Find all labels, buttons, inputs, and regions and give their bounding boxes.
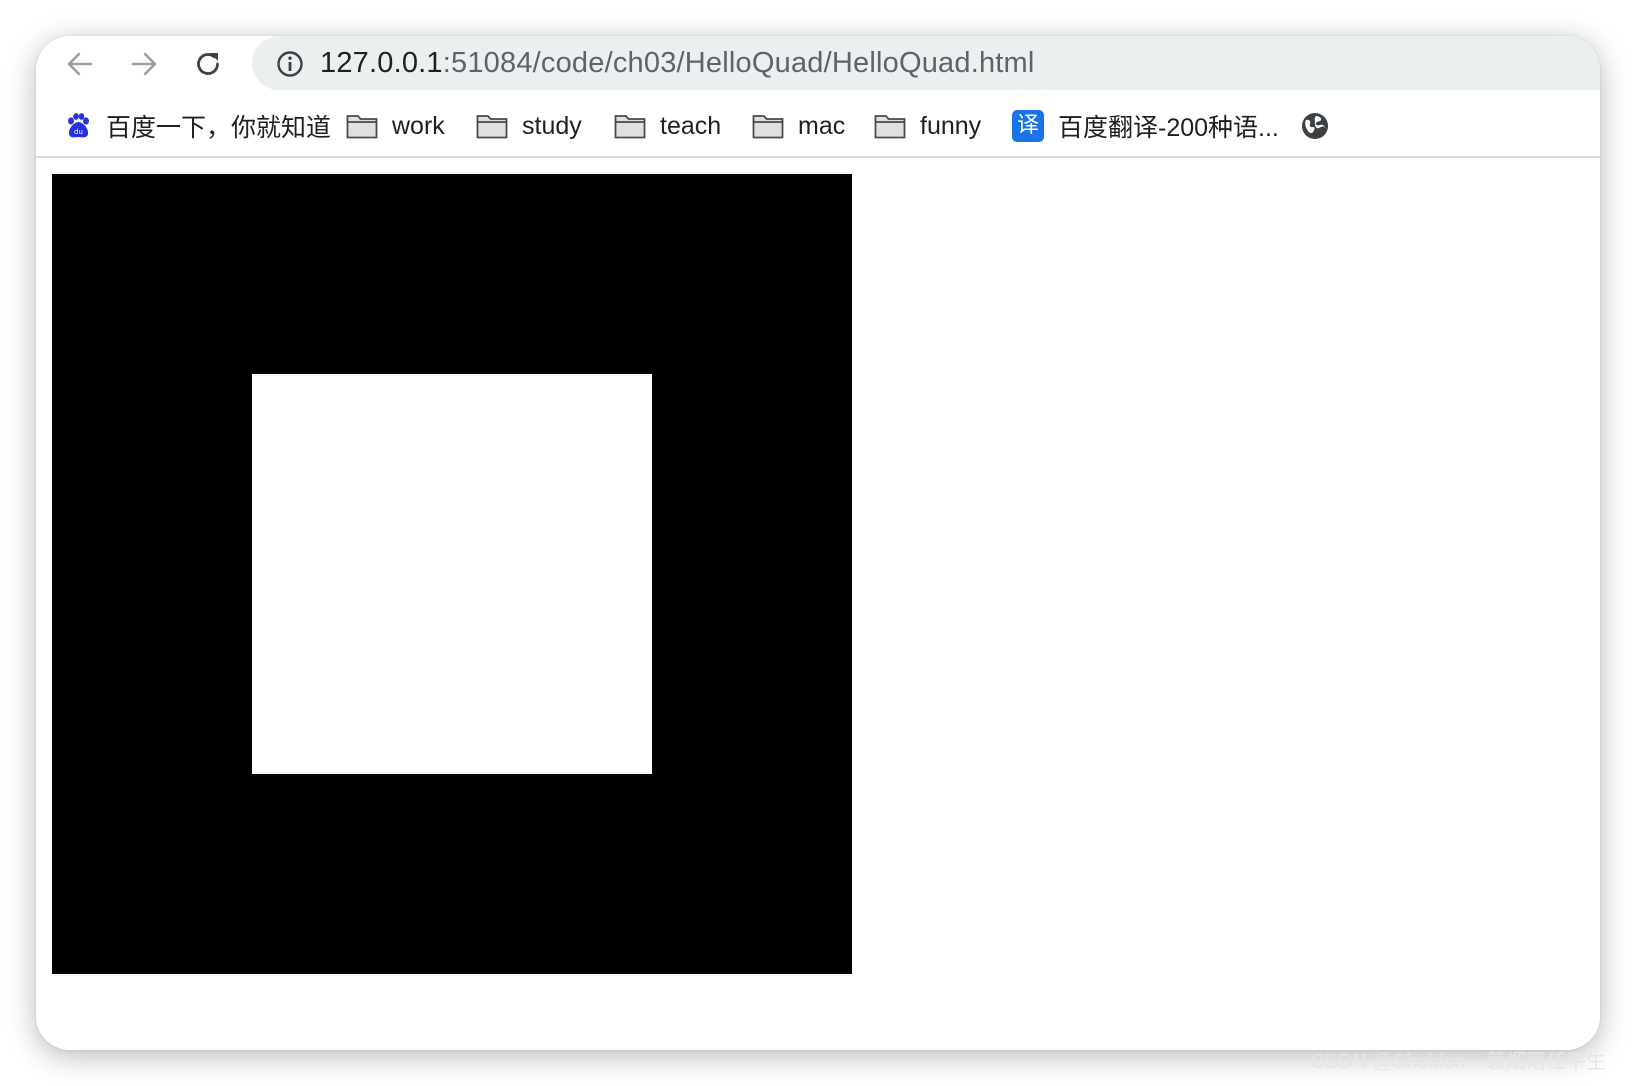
folder-icon <box>346 115 378 139</box>
folder-icon <box>614 115 646 139</box>
white-quad <box>252 374 652 774</box>
translate-icon: 译 <box>1012 110 1044 142</box>
bookmark-label: study <box>522 111 582 140</box>
globe-icon <box>1302 113 1328 139</box>
bookmark-label: mac <box>798 111 846 140</box>
browser-window: 127.0.0.1:51084/code/ch03/HelloQuad/Hell… <box>36 36 1600 1050</box>
bookmark-folder-work[interactable]: work <box>346 106 445 146</box>
bookmark-folder-study[interactable]: study <box>476 106 582 146</box>
address-bar[interactable]: 127.0.0.1:51084/code/ch03/HelloQuad/Hell… <box>252 36 1600 90</box>
bookmark-folder-mac[interactable]: mac <box>752 106 845 146</box>
webgl-canvas[interactable] <box>52 174 852 974</box>
bookmark-folder-funny[interactable]: funny <box>874 106 981 146</box>
bookmark-baidu-translate[interactable]: 译 百度翻译-200种语... <box>1012 106 1279 146</box>
folder-icon <box>476 115 508 139</box>
back-button[interactable] <box>60 44 100 84</box>
folder-icon <box>874 115 906 139</box>
browser-toolbar: 127.0.0.1:51084/code/ch03/HelloQuad/Hell… <box>36 36 1600 90</box>
url-host: 127.0.0.1 <box>320 47 443 79</box>
bookmark-baidu[interactable]: du 百度一下，你就知道 <box>64 106 331 146</box>
reload-button[interactable] <box>188 44 228 84</box>
reload-icon <box>197 53 219 75</box>
bookmark-folder-teach[interactable]: teach <box>614 106 721 146</box>
arrow-right-icon <box>131 52 157 76</box>
forward-button[interactable] <box>124 44 164 84</box>
bookmark-label: funny <box>920 111 982 140</box>
bookmarks-bar: du 百度一下，你就知道 work study teach mac funny … <box>36 94 1600 154</box>
arrow-left-icon <box>67 52 93 76</box>
page-viewport <box>36 158 1600 1050</box>
folder-icon <box>752 115 784 139</box>
svg-text:du: du <box>74 128 83 136</box>
bookmark-label: 百度一下，你就知道 <box>106 114 332 142</box>
baidu-paw-icon: du <box>68 113 89 138</box>
url-text[interactable]: 127.0.0.1:51084/code/ch03/HelloQuad/Hell… <box>320 46 1035 80</box>
info-icon[interactable] <box>276 50 304 78</box>
bookmark-label: 百度翻译-200种语... <box>1058 114 1279 142</box>
watermark: CSDN @Sheldon一蓑烟雨任平生 <box>1310 1051 1606 1073</box>
bookmark-label: work <box>392 111 445 140</box>
bookmark-label: teach <box>660 111 722 140</box>
url-path: :51084/code/ch03/HelloQuad/HelloQuad.htm… <box>442 47 1035 79</box>
bookmark-globe[interactable] <box>1300 106 1330 146</box>
